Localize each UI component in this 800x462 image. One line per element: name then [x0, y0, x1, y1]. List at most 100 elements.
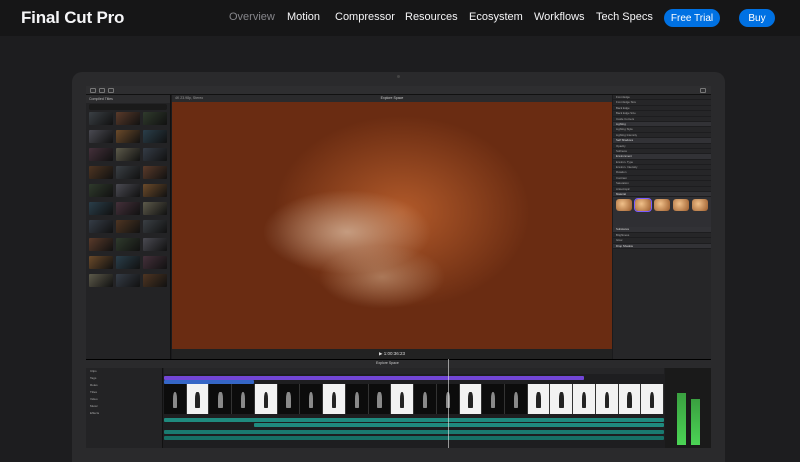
title-thumbnail[interactable] — [143, 184, 167, 197]
title-thumbnail[interactable] — [116, 130, 140, 143]
viewer-header: 4K 23.98p, Stereo Explore Space — [172, 95, 612, 102]
clip-frame[interactable] — [573, 384, 596, 414]
clip-frame[interactable] — [618, 384, 642, 414]
audio-meters — [665, 368, 711, 448]
clip-frame[interactable] — [164, 384, 187, 414]
timeline-index-row[interactable]: Music — [86, 403, 162, 410]
title-thumbnail[interactable] — [89, 130, 113, 143]
viewer-frame-blurred — [172, 102, 612, 349]
nav-link-resources[interactable]: Resources — [405, 11, 458, 23]
brand-title[interactable]: Final Cut Pro — [21, 8, 124, 28]
clip-frame[interactable] — [345, 384, 369, 414]
timeline-index-row[interactable]: Video — [86, 396, 162, 403]
material-swatch[interactable] — [634, 198, 652, 213]
title-thumbnail[interactable] — [143, 274, 167, 287]
nav-link-ecosystem[interactable]: Ecosystem — [469, 11, 523, 23]
clip-frame[interactable] — [300, 384, 324, 414]
material-swatch[interactable] — [616, 199, 632, 212]
astronaut-figure — [172, 391, 178, 408]
clip-frame[interactable] — [459, 384, 483, 414]
nav-link-motion[interactable]: Motion — [287, 11, 320, 23]
nav-link-overview[interactable]: Overview — [229, 11, 275, 23]
title-thumbnail[interactable] — [143, 130, 167, 143]
timeline-index-row[interactable]: Effects — [86, 410, 162, 417]
clip-frame[interactable] — [550, 384, 574, 414]
timeline-toolbar: Explore Space — [86, 360, 711, 368]
title-thumbnail[interactable] — [116, 238, 140, 251]
nav-link-compressor[interactable]: Compressor — [335, 11, 395, 23]
title-thumbnail[interactable] — [143, 220, 167, 233]
title-thumbnail[interactable] — [116, 184, 140, 197]
buy-button[interactable]: Buy — [739, 9, 775, 27]
clip-frame[interactable] — [641, 384, 665, 414]
title-thumbnail[interactable] — [116, 112, 140, 125]
title-thumbnail[interactable] — [143, 202, 167, 215]
astronaut-figure — [536, 391, 541, 408]
audio-clip-1 — [164, 418, 664, 422]
import-icon — [99, 88, 105, 93]
material-swatch[interactable] — [654, 199, 670, 212]
meter-right — [691, 399, 700, 445]
astronaut-figure — [218, 391, 223, 408]
astronaut-figure — [354, 391, 359, 408]
timeline-index: Clips Tags Roles Titles Video Music Effects — [86, 368, 163, 448]
title-thumbnail[interactable] — [116, 202, 140, 215]
title-thumbnail[interactable] — [143, 166, 167, 179]
title-thumbnail[interactable] — [89, 238, 113, 251]
timeline-index-row[interactable]: Titles — [86, 389, 162, 396]
clip-frame[interactable] — [254, 384, 278, 414]
nav-link-workflows[interactable]: Workflows — [534, 11, 585, 23]
material-swatches — [613, 197, 711, 228]
title-thumbnail[interactable] — [89, 274, 113, 287]
clip-frame[interactable] — [323, 384, 346, 414]
meter-left — [677, 393, 686, 445]
camera-dot — [397, 75, 400, 78]
playhead[interactable] — [448, 359, 449, 448]
material-swatch[interactable] — [692, 199, 708, 212]
clip-frame[interactable] — [414, 384, 437, 414]
title-thumbnail[interactable] — [89, 112, 113, 125]
clip-frame[interactable] — [527, 384, 551, 414]
timecode: 1:00:36:23 — [383, 351, 405, 356]
viewer-format: 4K 23.98p, Stereo — [175, 96, 204, 100]
clip-frame[interactable] — [209, 384, 233, 414]
clip-frame[interactable] — [232, 384, 255, 414]
free-trial-button[interactable]: Free Trial — [664, 9, 720, 27]
astronaut-figure — [309, 391, 314, 408]
astronaut-figure — [581, 391, 587, 408]
clip-frame[interactable] — [186, 384, 210, 414]
title-thumbnail[interactable] — [143, 148, 167, 161]
audio-clip-2 — [254, 423, 664, 427]
inspector-row[interactable]: Drop Shadow — [613, 243, 711, 249]
timeline-index-row[interactable]: Roles — [86, 382, 162, 389]
clip-frame[interactable] — [482, 384, 506, 414]
title-thumbnail[interactable] — [89, 220, 113, 233]
title-thumbnail[interactable] — [89, 184, 113, 197]
clip-frame[interactable] — [277, 384, 301, 414]
clip-frame[interactable] — [368, 384, 392, 414]
title-thumbnail[interactable] — [89, 166, 113, 179]
title-thumbnail[interactable] — [116, 166, 140, 179]
title-thumbnail[interactable] — [116, 274, 140, 287]
material-swatch[interactable] — [673, 199, 689, 212]
astronaut-figure — [422, 391, 428, 408]
title-thumbnail[interactable] — [143, 256, 167, 269]
clip-frame[interactable] — [505, 384, 528, 414]
title-thumbnail[interactable] — [116, 256, 140, 269]
clip-frame[interactable] — [595, 384, 619, 414]
browser-title: Compiled Titles — [86, 95, 170, 103]
title-thumbnail[interactable] — [89, 256, 113, 269]
timeline-title: Explore Space — [376, 361, 399, 365]
nav-link-tech-specs[interactable]: Tech Specs — [596, 11, 653, 23]
title-thumbnail[interactable] — [116, 220, 140, 233]
title-thumbnail[interactable] — [143, 238, 167, 251]
clip-frame[interactable] — [391, 384, 415, 414]
title-thumbnail[interactable] — [143, 112, 167, 125]
astronaut-figure — [468, 391, 473, 408]
astronaut-figure — [627, 391, 632, 408]
title-thumbnail[interactable] — [89, 148, 113, 161]
title-thumbnail[interactable] — [116, 148, 140, 161]
title-thumbnail[interactable] — [89, 202, 113, 215]
timeline-index-row[interactable]: Tags — [86, 375, 162, 382]
timeline-index-row[interactable]: Clips — [86, 368, 162, 375]
